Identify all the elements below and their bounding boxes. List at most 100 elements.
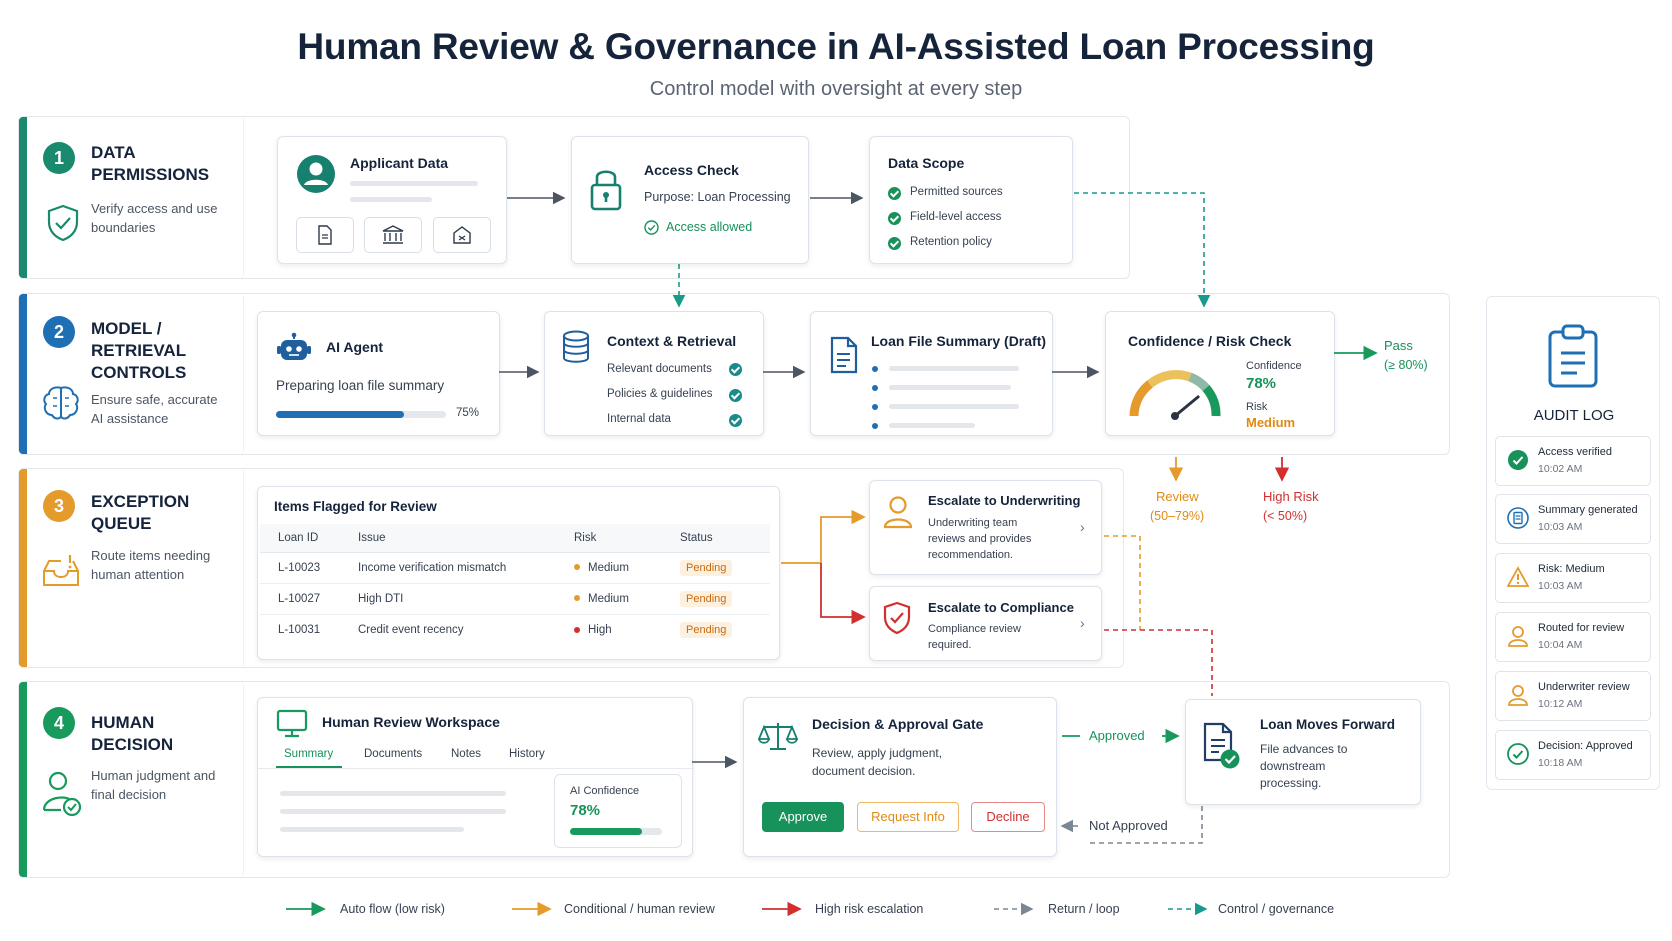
ai-confidence-panel: AI Confidence 78% — [554, 774, 682, 848]
audit-entry-text: Decision: Approved — [1538, 740, 1633, 752]
card-title: Loan Moves Forward — [1260, 717, 1396, 732]
confidence-risk-card[interactable]: Confidence / Risk Check Confidence 78% R… — [1105, 311, 1335, 436]
chevron-right-icon[interactable]: › — [1080, 615, 1085, 631]
user-avatar-icon — [296, 154, 336, 199]
table-row[interactable]: L-10023 Income verification mismatch Med… — [260, 552, 770, 584]
tab-history[interactable]: History — [509, 748, 545, 760]
band-data-permissions: 1 DATA PERMISSIONS Verify access and use… — [18, 116, 1130, 279]
applicant-data-card[interactable]: Applicant Data — [277, 136, 507, 264]
pass-range: (≥ 80%) — [1384, 358, 1428, 372]
chevron-right-icon[interactable]: › — [1080, 519, 1085, 535]
scope-item: Field-level access — [910, 211, 1002, 223]
house-icon[interactable] — [433, 217, 491, 253]
check-circle-icon — [1507, 743, 1529, 765]
review-label: Review — [1156, 489, 1199, 504]
audit-entry-text: Risk: Medium — [1538, 563, 1605, 575]
tab-notes[interactable]: Notes — [451, 748, 481, 760]
band-header: 4 HUMAN DECISION Human judgment and fina… — [27, 682, 244, 877]
shield-check-icon — [45, 203, 81, 248]
scope-item: Retention policy — [910, 236, 992, 248]
step-number: 1 — [43, 142, 75, 174]
step-number: 4 — [43, 707, 75, 739]
approve-button[interactable]: Approve — [762, 802, 844, 832]
loan-moves-forward-card[interactable]: Loan Moves Forward File advances to down… — [1185, 699, 1421, 805]
loan-id: L-10023 — [260, 552, 358, 584]
band-title: HUMAN DECISION — [91, 713, 174, 754]
document-icon — [829, 336, 859, 379]
step-number: 2 — [43, 316, 75, 348]
audit-entry[interactable]: Routed for review 10:04 AM — [1495, 612, 1651, 662]
ai-confidence-value: 78% — [570, 802, 601, 819]
audit-entry-text: Summary generated — [1538, 504, 1638, 516]
band-human-decision: 4 HUMAN DECISION Human judgment and fina… — [18, 681, 1450, 878]
gauge-icon — [1126, 364, 1224, 429]
escalate-compliance-card[interactable]: Escalate to Compliance Compliance review… — [869, 586, 1102, 661]
brain-icon — [41, 384, 81, 427]
check-icon — [729, 389, 742, 402]
agent-status: Preparing loan file summary — [276, 378, 445, 393]
escalate-underwriting-card[interactable]: Escalate to Underwriting Underwriting te… — [869, 480, 1102, 575]
table-row[interactable]: L-10027 High DTI Medium Pending — [260, 583, 770, 615]
confidence-label: Confidence — [1246, 360, 1302, 372]
audit-entry[interactable]: Risk: Medium 10:03 AM — [1495, 553, 1651, 603]
audit-entry-text: Access verified — [1538, 446, 1612, 458]
table-row[interactable]: L-10031 Credit event recency High Pendin… — [260, 614, 770, 645]
column-header: Risk — [574, 524, 680, 553]
risk-dot — [574, 564, 580, 571]
human-review-workspace-card[interactable]: Human Review Workspace Summary Documents… — [257, 697, 694, 857]
card-title: Items Flagged for Review — [274, 499, 437, 514]
document-icon[interactable] — [296, 217, 354, 253]
issue: Credit event recency — [358, 623, 464, 636]
progress-label: 75% — [456, 407, 480, 419]
audit-entry[interactable]: Summary generated 10:03 AM — [1495, 494, 1651, 544]
context-retrieval-card[interactable]: Context & Retrieval Relevant documents P… — [544, 311, 764, 436]
document-check-icon — [1202, 722, 1242, 775]
card-title: Applicant Data — [350, 155, 449, 171]
confidence-value: 78% — [1246, 375, 1277, 392]
band-header: 1 DATA PERMISSIONS Verify access and use… — [27, 117, 244, 278]
band-header: 3 EXCEPTION QUEUE Route items needing hu… — [27, 469, 244, 667]
audit-entry-time: 10:03 AM — [1538, 580, 1583, 592]
audit-entry-time: 10:18 AM — [1538, 757, 1583, 769]
tab-divider — [258, 768, 694, 769]
status-cell: Pending — [680, 583, 770, 615]
card-title: Data Scope — [888, 155, 965, 171]
decline-button[interactable]: Decline — [971, 802, 1045, 832]
audit-entry-text: Underwriter review — [1538, 681, 1630, 693]
request-info-button[interactable]: Request Info — [857, 802, 959, 832]
data-scope-card[interactable]: Data Scope Permitted sources Field-level… — [869, 136, 1073, 264]
decision-approval-gate-card[interactable]: Decision & Approval Gate Review, apply j… — [743, 697, 1057, 857]
high-risk-label: High Risk — [1263, 489, 1319, 504]
bank-icon[interactable] — [364, 217, 422, 253]
card-desc: required. — [928, 639, 972, 651]
risk-cell: Medium — [574, 552, 680, 584]
ai-agent-card[interactable]: AI Agent Preparing loan file summary 75% — [257, 311, 500, 436]
tab-summary[interactable]: Summary — [284, 748, 333, 760]
column-header: Issue — [358, 524, 574, 553]
audit-entry-time: 10:02 AM — [1538, 463, 1583, 475]
access-check-card[interactable]: Access Check Purpose: Loan Processing Ac… — [571, 136, 809, 264]
loan-summary-draft-card[interactable]: Loan File Summary (Draft) — [810, 311, 1053, 436]
status-badge: Pending — [680, 559, 733, 576]
card-title: AI Agent — [326, 339, 384, 355]
risk-dot — [574, 626, 580, 633]
audit-entry[interactable]: Access verified 10:02 AM — [1495, 436, 1651, 486]
risk-level: Medium — [588, 561, 629, 574]
placeholder-line — [280, 809, 506, 814]
step-number: 3 — [43, 490, 75, 522]
audit-entry[interactable]: Decision: Approved 10:18 AM — [1495, 730, 1651, 780]
bullet — [872, 404, 878, 410]
audit-entry-time: 10:04 AM — [1538, 639, 1583, 651]
tab-documents[interactable]: Documents — [364, 748, 422, 760]
issue: Income verification mismatch — [358, 552, 574, 584]
pass-label: Pass — [1384, 338, 1413, 353]
risk-label: Risk — [1246, 401, 1268, 413]
flagged-items-table: Loan ID Issue Risk Status L-10023 Income… — [260, 524, 770, 645]
placeholder-line — [280, 791, 506, 796]
placeholder-line — [889, 423, 975, 428]
audit-entry[interactable]: Underwriter review 10:12 AM — [1495, 671, 1651, 721]
risk-level: Medium — [588, 592, 629, 605]
risk-cell: Medium — [574, 583, 680, 615]
card-title: Loan File Summary (Draft) — [871, 333, 1047, 349]
check-icon — [729, 363, 742, 376]
